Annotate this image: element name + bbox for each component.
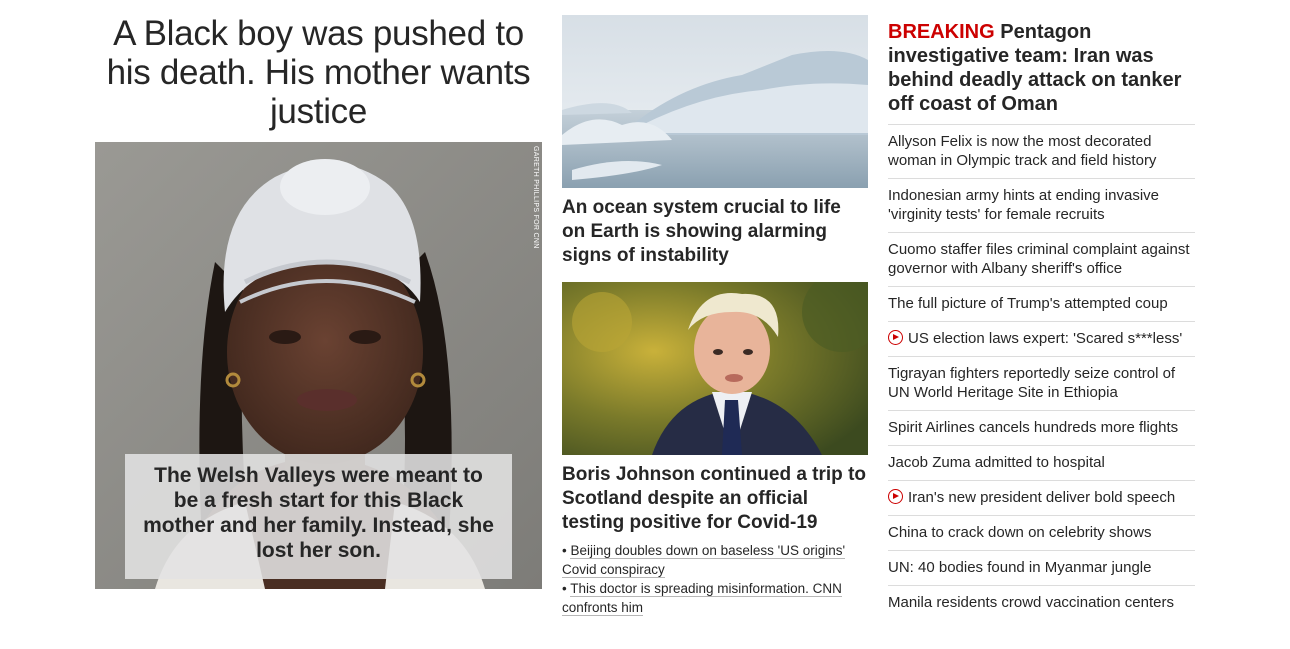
related-link-covid-origins[interactable]: Beijing doubles down on baseless 'US ori…: [562, 543, 846, 578]
headline-text: Indonesian army hints at ending invasive…: [888, 187, 1159, 223]
headline-link[interactable]: The full picture of Trump's attempted co…: [888, 294, 1195, 313]
ocean-story-image[interactable]: [562, 15, 868, 188]
headline-link[interactable]: Indonesian army hints at ending invasive…: [888, 186, 1195, 224]
headline-link[interactable]: Cuomo staffer files criminal complaint a…: [888, 240, 1195, 278]
list-item: Iran's new president deliver bold speech: [888, 481, 1195, 516]
headline-text: Iran's new president deliver bold speech: [908, 489, 1176, 506]
headline-text: Jacob Zuma admitted to hospital: [888, 454, 1105, 471]
headline-link[interactable]: China to crack down on celebrity shows: [888, 523, 1195, 542]
list-item: US election laws expert: 'Scared s***les…: [888, 322, 1195, 357]
list-item: Allyson Felix is now the most decorated …: [888, 125, 1195, 179]
headline-text: US election laws expert: 'Scared s***les…: [908, 330, 1183, 347]
headline-text: Spirit Airlines cancels hundreds more fl…: [888, 419, 1179, 436]
related-link-doctor-misinfo[interactable]: This doctor is spreading misinformation.…: [562, 581, 842, 616]
boris-story-headline[interactable]: Boris Johnson continued a trip to Scotla…: [562, 463, 868, 535]
list-item: UN: 40 bodies found in Myanmar jungle: [888, 551, 1195, 586]
list-item: Spirit Airlines cancels hundreds more fl…: [888, 411, 1195, 446]
headline-text: Cuomo staffer files criminal complaint a…: [888, 241, 1190, 277]
headline-link[interactable]: US election laws expert: 'Scared s***les…: [888, 329, 1195, 348]
headline-link[interactable]: Jacob Zuma admitted to hospital: [888, 453, 1195, 472]
lead-headline[interactable]: A Black boy was pushed to his death. His…: [95, 14, 542, 131]
video-play-icon: [888, 489, 903, 504]
related-link: • Beijing doubles down on baseless 'US o…: [562, 543, 846, 578]
headline-link[interactable]: Spirit Airlines cancels hundreds more fl…: [888, 418, 1195, 437]
photo-credit: GARETH PHILLIPS FOR CNN: [532, 146, 539, 249]
headline-text: China to crack down on celebrity shows: [888, 524, 1152, 541]
list-item: Jacob Zuma admitted to hospital: [888, 446, 1195, 481]
lead-caption[interactable]: The Welsh Valleys were meant to be a fre…: [125, 454, 512, 579]
lead-story: A Black boy was pushed to his death. His…: [95, 14, 542, 589]
ocean-story-headline[interactable]: An ocean system crucial to life on Earth…: [562, 196, 868, 268]
list-item: Cuomo staffer files criminal complaint a…: [888, 233, 1195, 287]
headline-link[interactable]: Allyson Felix is now the most decorated …: [888, 132, 1195, 170]
headline-link[interactable]: UN: 40 bodies found in Myanmar jungle: [888, 558, 1195, 577]
lead-photo[interactable]: GARETH PHILLIPS FOR CNN The Welsh Valley…: [95, 142, 542, 589]
breaking-story[interactable]: BREAKING Pentagon investigative team: Ir…: [888, 20, 1195, 125]
ocean-story: An ocean system crucial to life on Earth…: [562, 15, 868, 268]
iceberg-image: [562, 15, 868, 188]
video-play-icon: [888, 330, 903, 345]
list-item: The full picture of Trump's attempted co…: [888, 287, 1195, 322]
related-link: • This doctor is spreading misinformatio…: [562, 581, 842, 616]
headline-list: Allyson Felix is now the most decorated …: [888, 125, 1195, 620]
headline-text: Allyson Felix is now the most decorated …: [888, 133, 1157, 169]
headline-text: Tigrayan fighters reportedly seize contr…: [888, 365, 1176, 401]
list-item: Tigrayan fighters reportedly seize contr…: [888, 357, 1195, 411]
middle-column: An ocean system crucial to life on Earth…: [562, 15, 868, 616]
headline-text: Manila residents crowd vaccination cente…: [888, 594, 1174, 611]
headline-text: The full picture of Trump's attempted co…: [888, 295, 1168, 312]
breaking-label: BREAKING: [888, 21, 995, 43]
list-item: China to crack down on celebrity shows: [888, 516, 1195, 551]
boris-story: Boris Johnson continued a trip to Scotla…: [562, 282, 868, 617]
headline-link[interactable]: Tigrayan fighters reportedly seize contr…: [888, 364, 1195, 402]
related-links: • Beijing doubles down on baseless 'US o…: [562, 541, 868, 617]
list-item: Manila residents crowd vaccination cente…: [888, 586, 1195, 620]
boris-story-image[interactable]: [562, 282, 868, 455]
list-item: Indonesian army hints at ending invasive…: [888, 179, 1195, 233]
boris-johnson-image: [562, 282, 868, 455]
headline-link[interactable]: Iran's new president deliver bold speech: [888, 488, 1195, 507]
right-column: BREAKING Pentagon investigative team: Ir…: [888, 20, 1195, 620]
headline-text: UN: 40 bodies found in Myanmar jungle: [888, 559, 1152, 576]
headline-link[interactable]: Manila residents crowd vaccination cente…: [888, 593, 1195, 612]
